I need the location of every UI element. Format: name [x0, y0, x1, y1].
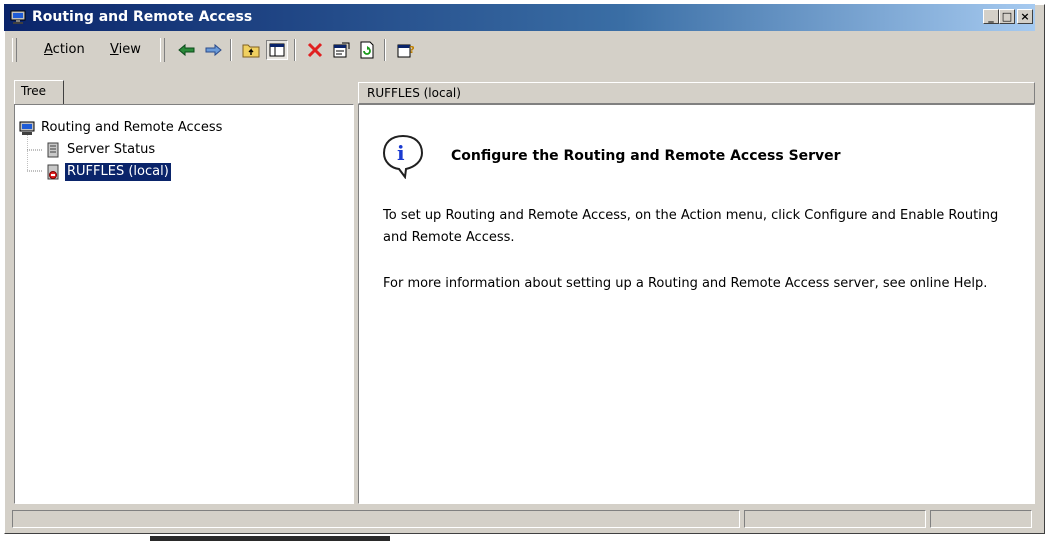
menu-view-label: iew [118, 42, 141, 57]
menu-view[interactable]: View [108, 41, 143, 59]
close-button[interactable]: × [1017, 9, 1033, 24]
server-status-icon [47, 142, 59, 158]
toolbar-separator [384, 39, 386, 61]
minimize-button[interactable]: _ [983, 9, 999, 24]
tree-item-label: RUFFLES (local) [64, 162, 172, 182]
tree-item-label: Routing and Remote Access [41, 120, 223, 135]
tab-tree[interactable]: Tree [14, 80, 64, 104]
details-header: RUFFLES (local) [358, 82, 1035, 104]
delete-icon [307, 42, 323, 58]
show-hide-tree-icon [269, 43, 285, 57]
help-icon: ? [397, 44, 414, 58]
taskbar-fragment [150, 536, 390, 541]
details-heading: Configure the Routing and Remote Access … [451, 148, 841, 164]
refresh-button[interactable] [356, 40, 378, 60]
status-panel-3 [930, 510, 1032, 528]
menu-action-accel: A [44, 42, 53, 57]
properties-icon [333, 42, 350, 58]
details-paragraph-2: For more information about setting up a … [383, 276, 988, 291]
details-pane: i Configure the Routing and Remote Acces… [358, 104, 1035, 504]
forward-arrow-icon [205, 43, 222, 57]
window-title: Routing and Remote Access [32, 9, 253, 25]
tree-item-label: Server Status [67, 142, 156, 157]
toolbar: Action View [4, 35, 1035, 65]
status-panel-main [12, 510, 740, 528]
maximize-button[interactable]: □ [999, 9, 1015, 24]
title-bar[interactable]: Routing and Remote Access _ □ × [4, 4, 1035, 31]
tree-tab-strip: Tree [14, 80, 352, 104]
menu-action-label: ction [52, 42, 85, 57]
help-button[interactable]: ? [394, 40, 416, 60]
menu-action[interactable]: Action [42, 41, 87, 59]
toolbar-grip[interactable] [12, 38, 17, 62]
routing-app-icon [10, 10, 26, 24]
svg-text:?: ? [409, 45, 414, 56]
forward-button[interactable] [202, 40, 224, 60]
back-arrow-icon [178, 43, 195, 57]
status-panel-2 [744, 510, 926, 528]
status-bar [4, 508, 1035, 528]
svg-text:i: i [397, 141, 405, 165]
toolbar-separator [230, 39, 232, 61]
details-paragraph-1: To set up Routing and Remote Access, on … [383, 208, 999, 245]
delete-button[interactable] [304, 40, 326, 60]
back-button[interactable] [176, 40, 198, 60]
menu-view-accel: V [110, 42, 119, 57]
toolbar-separator [294, 39, 296, 61]
show-hide-tree-button[interactable] [266, 40, 288, 60]
up-folder-icon [242, 44, 260, 58]
up-one-level-button[interactable] [240, 40, 262, 60]
info-icon: i [382, 134, 424, 179]
refresh-icon [360, 41, 374, 59]
server-stopped-icon [47, 164, 59, 180]
properties-button[interactable] [330, 40, 352, 60]
tree-connector-lines [27, 135, 43, 172]
tree-pane[interactable]: Routing and Remote Access Server Status … [14, 104, 354, 504]
toolbar-grip-2[interactable] [160, 38, 165, 62]
server-root-icon [19, 121, 35, 135]
